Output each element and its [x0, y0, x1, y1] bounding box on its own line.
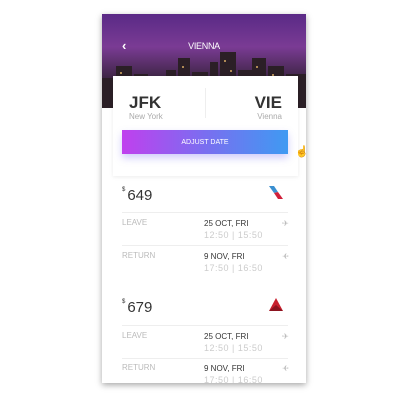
return-label: RETURN [122, 363, 156, 372]
phone-screen: ‹ VIENNA JFK New York VIE Vienna ADJUST … [102, 14, 306, 383]
route-card: JFK New York VIE Vienna [113, 76, 298, 176]
plane-return-icon: ✈ [282, 252, 289, 261]
hand-cursor-icon: ☝ [295, 146, 309, 158]
return-times: 17:50 | 16:50 [204, 375, 263, 383]
divider [122, 325, 288, 326]
delta-logo-icon [269, 298, 283, 311]
origin-city: New York [129, 112, 163, 121]
plane-depart-icon: ✈ [282, 332, 289, 341]
price-value: 649 [127, 187, 153, 204]
destination-city: Vienna [257, 112, 282, 121]
price: $679 [122, 299, 152, 316]
divider [122, 245, 288, 246]
return-times: 17:50 | 16:50 [204, 263, 263, 273]
leave-date: 25 OCT, FRI [204, 219, 249, 228]
leave-label: LEAVE [122, 331, 148, 340]
adjust-date-button[interactable]: ADJUST DATE [122, 130, 288, 154]
currency: $ [122, 187, 126, 193]
origin-code: JFK [129, 93, 162, 112]
leave-date: 25 OCT, FRI [204, 332, 249, 341]
leave-times: 12:50 | 15:50 [204, 230, 263, 240]
return-label: RETURN [122, 251, 156, 260]
leave-times: 12:50 | 15:50 [204, 343, 263, 353]
page-title: VIENNA [188, 41, 220, 51]
price-value: 679 [127, 299, 153, 316]
divider [122, 358, 288, 359]
return-date: 9 NOV, FRI [204, 364, 245, 373]
plane-depart-icon: ✈ [282, 219, 289, 228]
plane-return-icon: ✈ [282, 364, 289, 373]
divider [122, 212, 288, 213]
american-airlines-logo-icon [269, 186, 283, 199]
return-date: 9 NOV, FRI [204, 252, 245, 261]
divider [205, 88, 206, 118]
destination-code: VIE [254, 93, 282, 112]
leave-label: LEAVE [122, 218, 148, 227]
price: $649 [122, 187, 152, 204]
currency: $ [122, 299, 126, 305]
